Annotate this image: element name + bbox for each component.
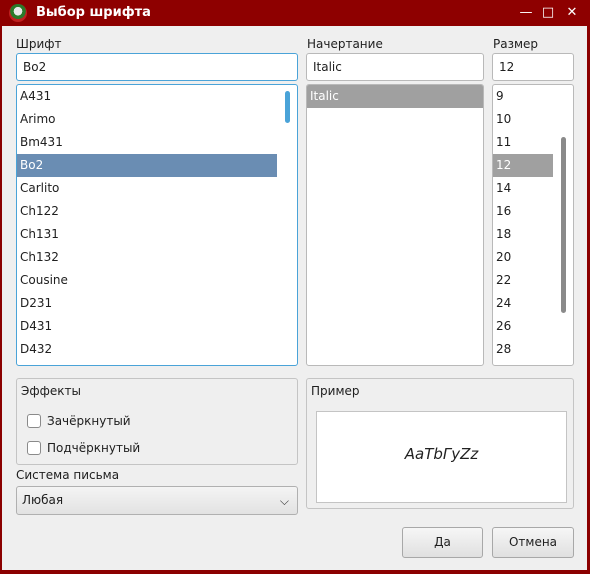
size-list-item[interactable]: 26 bbox=[493, 315, 553, 338]
minimize-button[interactable]: — bbox=[516, 3, 536, 23]
size-list-item[interactable]: 14 bbox=[493, 177, 553, 200]
font-list[interactable]: A431 Arimo Bm431 Bo2 Carlito Ch122 Ch131 Ch132 C… bbox=[16, 84, 298, 366]
writing-system-select[interactable]: Любая ⌵ bbox=[16, 486, 298, 515]
style-label: Начертание bbox=[307, 37, 383, 51]
chevron-down-icon: ⌵ bbox=[279, 494, 289, 508]
effects-label: Эффекты bbox=[21, 384, 81, 398]
sample-label: Пример bbox=[311, 384, 360, 398]
font-list-item[interactable]: Bo2 bbox=[17, 154, 277, 177]
size-input[interactable]: 12 bbox=[492, 53, 574, 81]
font-list-item[interactable]: A431 bbox=[17, 85, 277, 108]
close-button[interactable]: ✕ bbox=[562, 3, 582, 23]
font-list-item[interactable]: Ch132 bbox=[17, 246, 277, 269]
font-label: Шрифт bbox=[16, 37, 62, 51]
size-list-item[interactable]: 12 bbox=[493, 154, 553, 177]
underline-checkbox[interactable] bbox=[27, 441, 41, 455]
app-logo-icon bbox=[9, 4, 27, 22]
size-list-item[interactable]: 22 bbox=[493, 269, 553, 292]
font-list-item[interactable]: Carlito bbox=[17, 177, 277, 200]
maximize-button[interactable]: □ bbox=[538, 3, 558, 23]
size-list-item[interactable]: 28 bbox=[493, 338, 553, 361]
font-list-item[interactable]: Arimo bbox=[17, 108, 277, 131]
font-list-item[interactable]: Ch131 bbox=[17, 223, 277, 246]
sample-group: Пример AaTbГyZz bbox=[306, 378, 574, 509]
writing-system-value: Любая bbox=[22, 493, 64, 507]
font-list-item[interactable]: D431 bbox=[17, 315, 277, 338]
size-list-item[interactable]: 20 bbox=[493, 246, 553, 269]
font-list-scrollbar[interactable] bbox=[285, 91, 290, 123]
size-list-item[interactable]: 16 bbox=[493, 200, 553, 223]
font-list-item[interactable]: Ch122 bbox=[17, 200, 277, 223]
strikeout-label[interactable]: Зачёркнутый bbox=[47, 414, 131, 428]
font-input[interactable]: Bo2 bbox=[16, 53, 298, 81]
title-bar[interactable]: Выбор шрифта — □ ✕ bbox=[0, 0, 590, 26]
size-list-item[interactable]: 11 bbox=[493, 131, 553, 154]
dialog-body: Шрифт Bo2 A431 Arimo Bm431 Bo2 Carlito Ch122 C… bbox=[2, 26, 587, 570]
style-input[interactable]: Italic bbox=[306, 53, 484, 81]
window-title: Выбор шрифта bbox=[36, 5, 151, 20]
style-list[interactable]: Italic bbox=[306, 84, 484, 366]
sample-preview: AaTbГyZz bbox=[316, 411, 567, 503]
font-list-item[interactable]: Bm431 bbox=[17, 131, 277, 154]
size-list-item[interactable]: 24 bbox=[493, 292, 553, 315]
sample-text: AaTbГyZz bbox=[404, 445, 479, 463]
strikeout-checkbox[interactable] bbox=[27, 414, 41, 428]
size-list[interactable]: 9 10 11 12 14 16 18 20 22 24 26 28 bbox=[492, 84, 574, 366]
size-list-item[interactable]: 10 bbox=[493, 108, 553, 131]
size-label: Размер bbox=[493, 37, 539, 51]
size-list-item[interactable]: 9 bbox=[493, 85, 553, 108]
writing-system-label: Система письма bbox=[16, 468, 120, 482]
ok-button[interactable]: Да bbox=[402, 527, 483, 558]
font-list-item[interactable]: D231 bbox=[17, 292, 277, 315]
font-list-item[interactable]: Cousine bbox=[17, 269, 277, 292]
underline-label[interactable]: Подчёркнутый bbox=[47, 441, 140, 455]
font-list-item[interactable]: D432 bbox=[17, 338, 277, 361]
effects-group: Эффекты Зачёркнутый Подчёркнутый bbox=[16, 378, 298, 465]
cancel-button[interactable]: Отмена bbox=[492, 527, 574, 558]
size-list-item[interactable]: 18 bbox=[493, 223, 553, 246]
style-list-item[interactable]: Italic bbox=[307, 85, 483, 108]
size-list-scrollbar[interactable] bbox=[561, 137, 566, 313]
